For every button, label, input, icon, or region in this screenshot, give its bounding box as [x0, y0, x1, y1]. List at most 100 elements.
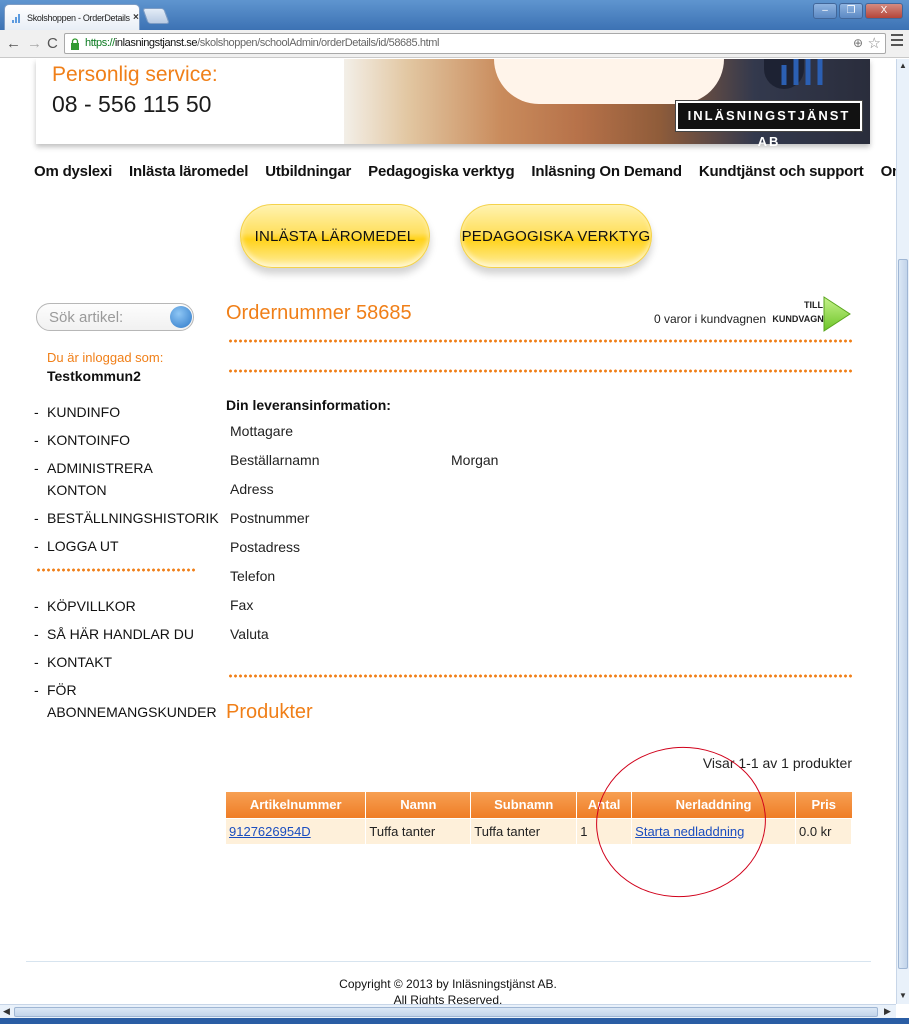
- nav-kundtjanst-och-support[interactable]: Kundtjänst och support: [699, 163, 864, 180]
- delivery-value-bestallarnamn: Morgan: [451, 452, 499, 468]
- browser-menu-icon[interactable]: [891, 34, 903, 49]
- column-header-subnamn[interactable]: Subnamn: [470, 792, 578, 818]
- table-header-row: Artikelnummer Namn Subnamn Antal Nerladd…: [226, 792, 852, 818]
- url-host: inlasningstjanst.se: [114, 37, 198, 49]
- column-header-artikelnummer[interactable]: Artikelnummer: [226, 792, 367, 818]
- order-number-title: Ordernummer 58685: [226, 302, 412, 324]
- products-table: Artikelnummer Namn Subnamn Antal Nerladd…: [226, 792, 852, 844]
- footer-rights: All Rights Reserved.: [393, 993, 503, 1004]
- search-icon[interactable]: [170, 306, 192, 328]
- tab-close-icon[interactable]: ×: [133, 12, 139, 23]
- info-menu: KÖPVILLKOR SÅ HÄR HANDLAR DU KONTAKT FÖR…: [34, 595, 217, 729]
- footer-copyright: Copyright © 2013 by Inläsningstjänst AB.: [339, 977, 557, 991]
- scroll-right-arrow-icon[interactable]: ▶: [884, 1006, 891, 1017]
- search-box: [36, 303, 194, 331]
- bookmark-star-icon[interactable]: ☆: [868, 34, 881, 52]
- delivery-label-bestallarnamn: Beställarnamn: [230, 452, 320, 468]
- tab-title: Skolshoppen - OrderDetails S: [27, 12, 131, 23]
- column-header-nerladdning[interactable]: Nerladdning: [631, 792, 796, 818]
- products-count: Visar 1-1 av 1 produkter: [702, 755, 852, 771]
- close-window-button[interactable]: X: [865, 3, 903, 19]
- new-tab-button[interactable]: [142, 8, 170, 24]
- menu-item-administrera-konton[interactable]: ADMINISTRERA KONTON: [34, 457, 212, 501]
- header-banner: Personlig service: 08 - 556 115 50 INLÄS…: [36, 59, 870, 149]
- scroll-left-arrow-icon[interactable]: ◀: [3, 1006, 10, 1017]
- go-to-cart-arrow-icon[interactable]: [822, 295, 852, 333]
- logged-in-username: Testkommun2: [47, 368, 141, 384]
- browser-tab[interactable]: Skolshoppen - OrderDetails S ×: [4, 4, 140, 30]
- vertical-scrollbar[interactable]: ▲ ▼: [896, 59, 909, 1004]
- zoom-icon[interactable]: ⊕: [853, 36, 863, 50]
- nav-om-oss[interactable]: Om oss: [881, 163, 896, 180]
- logged-in-label: Du är inloggad som:: [47, 350, 164, 365]
- delivery-label-postnummer: Postnummer: [230, 510, 310, 526]
- delivery-label-postadress: Postadress: [230, 539, 301, 555]
- menu-item-bestallningshistorik[interactable]: BESTÄLLNINGSHISTORIK: [34, 507, 219, 529]
- scroll-up-arrow-icon[interactable]: ▲: [899, 61, 907, 70]
- delivery-label-adress: Adress: [230, 481, 274, 497]
- cell-pris: 0.0 kr: [795, 817, 852, 844]
- cart-count: 0 varor i kundvagnen: [654, 312, 767, 326]
- cell-antal: 1: [576, 817, 633, 844]
- back-arrow-icon[interactable]: ←: [6, 35, 21, 52]
- menu-item-kontoinfo[interactable]: KONTOINFO: [34, 429, 212, 451]
- url-scheme: https: [85, 37, 107, 49]
- column-header-namn[interactable]: Namn: [365, 792, 472, 818]
- browser-toolbar: ← → C https://inlasningstjanst.se/skolsh…: [0, 30, 909, 58]
- nav-om-dyslexi[interactable]: Om dyslexi: [34, 163, 112, 180]
- sidebar-divider: [36, 568, 196, 572]
- column-header-pris[interactable]: Pris: [795, 792, 852, 818]
- article-number-link[interactable]: 9127626954D: [229, 824, 311, 839]
- cell-subnamn: Tuffa tanter: [470, 817, 578, 844]
- horizontal-scrollbar[interactable]: ◀ ▶: [0, 1004, 896, 1018]
- delivery-info-heading: Din leveransinformation:: [226, 397, 391, 413]
- inlasta-laromedel-button[interactable]: INLÄSTA LÄROMEDEL: [240, 204, 430, 268]
- pedagogiska-verktyg-button[interactable]: PEDAGOGISKA VERKTYG: [460, 204, 652, 268]
- url-path: /skolshoppen/schoolAdmin/orderDetails/id…: [197, 37, 440, 49]
- company-logo[interactable]: INLÄSNINGSTJÄNST AB: [676, 101, 862, 149]
- vertical-scroll-thumb[interactable]: [898, 259, 908, 969]
- horizontal-scroll-thumb[interactable]: [14, 1007, 878, 1017]
- url-text: https://inlasningstjanst.se/skolshoppen/…: [85, 37, 440, 49]
- top-navigation: Om dyslexi Inlästa läromedel Utbildninga…: [34, 163, 896, 180]
- column-header-antal[interactable]: Antal: [576, 792, 633, 818]
- menu-item-for-abonnemangskunder[interactable]: FÖR ABONNEMANGSKUNDER: [34, 679, 217, 723]
- taskbar-strip: [0, 1018, 909, 1024]
- address-bar[interactable]: https://inlasningstjanst.se/skolshoppen/…: [64, 33, 886, 54]
- forward-arrow-icon[interactable]: →: [27, 35, 42, 52]
- signal-wave-icon: [781, 59, 823, 85]
- minimize-button[interactable]: –: [813, 3, 837, 19]
- menu-item-kopvillkor[interactable]: KÖPVILLKOR: [34, 595, 212, 617]
- nav-pedagogiska-verktyg[interactable]: Pedagogiska verktyg: [368, 163, 514, 180]
- order-divider-1: [228, 339, 852, 343]
- phone-number: 08 - 556 115 50: [52, 91, 212, 117]
- menu-item-logga-ut[interactable]: LOGGA UT: [34, 535, 212, 557]
- delivery-label-telefon: Telefon: [230, 568, 276, 584]
- nav-utbildningar[interactable]: Utbildningar: [265, 163, 351, 180]
- products-title: Produkter: [226, 701, 313, 723]
- order-divider-2: [228, 369, 852, 373]
- cell-artikelnummer: 9127626954D: [226, 817, 367, 844]
- cart-till-label: TILL: [804, 300, 823, 310]
- delivery-label-valuta: Valuta: [230, 626, 269, 642]
- menu-item-sa-har-handlar-du[interactable]: SÅ HÄR HANDLAR DU: [34, 623, 212, 645]
- search-input[interactable]: [49, 308, 169, 326]
- site-favicon-icon: [12, 13, 20, 23]
- lock-icon: [71, 38, 79, 50]
- products-divider: [228, 674, 852, 678]
- cell-namn: Tuffa tanter: [365, 817, 472, 844]
- reload-icon[interactable]: C: [47, 35, 58, 52]
- nav-inlasning-on-demand[interactable]: Inläsning On Demand: [531, 163, 682, 180]
- menu-item-kontakt[interactable]: KONTAKT: [34, 651, 212, 673]
- delivery-label-mottagare: Mottagare: [230, 423, 294, 439]
- nav-inlasta-laromedel[interactable]: Inlästa läromedel: [129, 163, 248, 180]
- cell-nerladdning: Starta nedladdning: [631, 817, 796, 844]
- account-menu: KUNDINFO KONTOINFO ADMINISTRERA KONTON B…: [34, 401, 219, 563]
- maximize-button[interactable]: ❐: [839, 3, 863, 19]
- page-viewport: Personlig service: 08 - 556 115 50 INLÄS…: [0, 59, 896, 1004]
- banner-photo-face: [494, 59, 724, 104]
- menu-item-kundinfo[interactable]: KUNDINFO: [34, 401, 212, 423]
- footer-divider: [26, 961, 871, 962]
- start-download-link[interactable]: Starta nedladdning: [635, 824, 744, 839]
- scroll-down-arrow-icon[interactable]: ▼: [899, 991, 907, 1000]
